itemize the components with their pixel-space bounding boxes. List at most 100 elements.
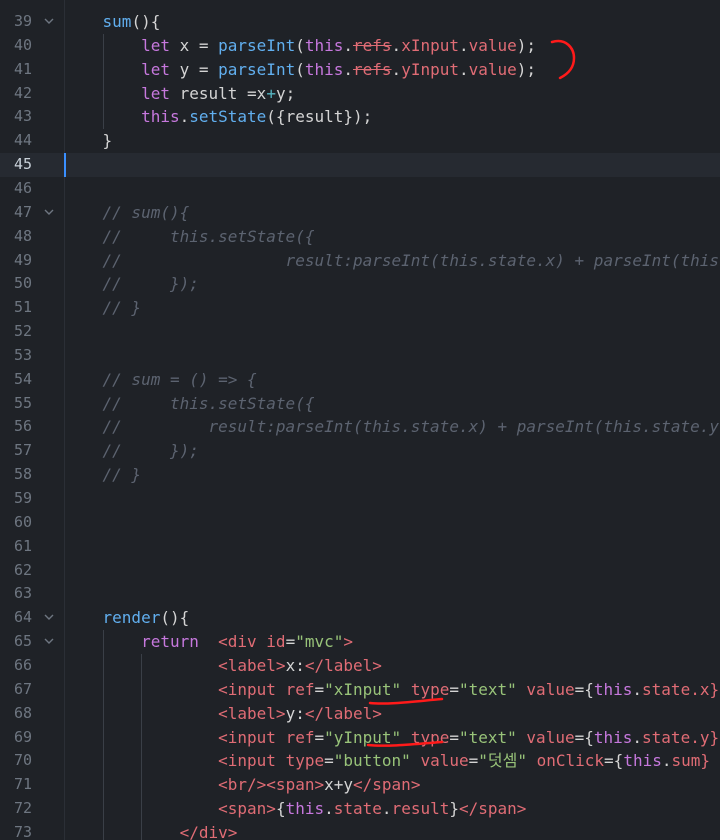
code-line[interactable]: 47 // sum(){: [0, 201, 720, 225]
code-token: // result:parseInt(this.state.x) + parse…: [102, 250, 720, 270]
code-line[interactable]: 67 <input ref="xInput" type="text" value…: [0, 678, 720, 702]
code-line[interactable]: 61: [0, 535, 720, 559]
line-number: 68: [13, 703, 32, 722]
code-token: >: [314, 775, 325, 795]
fold-chevron-icon[interactable]: [44, 207, 54, 217]
code-token: ={: [574, 727, 594, 747]
code-line[interactable]: 73 </div>: [0, 821, 720, 840]
code-token: <span: [266, 775, 315, 795]
code-token: </label>: [304, 655, 382, 675]
code-line[interactable]: 42 let result =x+y;: [0, 82, 720, 106]
code-line[interactable]: 50 // });: [0, 272, 720, 296]
fold-chevron-icon[interactable]: [44, 636, 54, 646]
fold-chevron-icon[interactable]: [44, 612, 54, 622]
code-token: // }: [102, 298, 142, 318]
code-token: sum: [102, 12, 132, 31]
code-line[interactable]: 57 // });: [0, 439, 720, 463]
fold-chevron-icon[interactable]: [44, 16, 54, 26]
code-token: parseInt: [218, 35, 296, 55]
code-line[interactable]: 62: [0, 559, 720, 583]
line-number: 58: [13, 465, 32, 484]
line-number: 45: [13, 155, 32, 174]
code-token: render: [102, 608, 161, 628]
code-line[interactable]: 68 <label>y:</label>: [0, 702, 720, 726]
code-token: </span>: [459, 799, 527, 819]
code-token: this: [285, 799, 325, 819]
code-line[interactable]: 46: [0, 177, 720, 201]
code-token: state.y}: [642, 727, 720, 747]
code-token: xInput: [401, 35, 459, 55]
code-token: this: [593, 727, 633, 747]
code-line[interactable]: 41 let y = parseInt(this.refs.yInput.val…: [0, 58, 720, 82]
code-token: =: [324, 751, 334, 771]
code-token: >: [266, 799, 276, 819]
code-line[interactable]: 43 this.setState({result});: [0, 105, 720, 129]
code-text: <input type="button" value="덧셈" onClick=…: [64, 749, 710, 773]
code-text: let result =x+y;: [64, 82, 295, 106]
code-token: ({result});: [266, 107, 373, 127]
code-token: =: [468, 751, 479, 771]
code-token: refs: [353, 35, 392, 55]
code-text: let x = parseInt(this.refs.xInput.value)…: [64, 34, 536, 58]
code-line[interactable]: 63: [0, 582, 720, 606]
code-token: let: [141, 83, 170, 103]
code-token: setState: [189, 107, 267, 127]
code-line[interactable]: 52: [0, 320, 720, 344]
code-token: this: [304, 35, 344, 55]
code-token: .: [458, 59, 469, 79]
code-text: <br/><span>x+y</span>: [64, 773, 420, 797]
code-line[interactable]: 66 <label>x:</label>: [0, 654, 720, 678]
code-line[interactable]: 60: [0, 511, 720, 535]
line-number: 66: [13, 655, 32, 674]
code-line[interactable]: 53: [0, 344, 720, 368]
code-token: (: [295, 59, 305, 79]
code-token: .: [381, 799, 392, 819]
line-number: 40: [13, 35, 32, 54]
code-text: render(){: [64, 606, 190, 630]
code-token: // result:parseInt(this.state.x) + parse…: [102, 417, 720, 437]
code-line[interactable]: 72 <span>{this.state.result}</span>: [0, 797, 720, 821]
code-token: >: [343, 632, 354, 652]
code-token: value: [526, 727, 575, 747]
code-line[interactable]: 59: [0, 487, 720, 511]
code-token: <br/>: [218, 775, 267, 795]
line-number: 46: [13, 178, 32, 197]
code-line[interactable]: 45: [0, 153, 720, 177]
code-token: result =: [169, 83, 257, 103]
code-line[interactable]: 39 sum(){: [0, 10, 720, 34]
code-line[interactable]: 56 // result:parseInt(this.state.x) + pa…: [0, 415, 720, 439]
line-number: 59: [13, 489, 32, 507]
line-number: 65: [13, 632, 32, 651]
code-line[interactable]: 51 // }: [0, 296, 720, 320]
code-line[interactable]: 40 let x = parseInt(this.refs.xInput.val…: [0, 34, 720, 58]
code-line[interactable]: 48 // this.setState({: [0, 225, 720, 249]
code-token: "text": [458, 727, 517, 747]
code-line[interactable]: 44 }: [0, 129, 720, 153]
code-line[interactable]: 58 // }: [0, 463, 720, 487]
code-line[interactable]: 65 return <div id="mvc">: [0, 630, 720, 654]
indent-guide: [103, 33, 104, 130]
line-number: 53: [13, 345, 32, 364]
code-line[interactable]: 54 // sum = () => {: [0, 368, 720, 392]
code-token: .: [179, 107, 190, 127]
code-line[interactable]: 64 render(){: [0, 606, 720, 630]
code-token: .: [391, 35, 402, 55]
code-editor[interactable]: 39 sum(){40 let x = parseInt(this.refs.x…: [0, 0, 720, 840]
code-text: // });: [64, 272, 199, 296]
code-token: >: [275, 655, 286, 675]
code-line[interactable]: 69 <input ref="yInput" type="text" value…: [0, 726, 720, 750]
code-line[interactable]: 55 // this.setState({: [0, 392, 720, 416]
code-line[interactable]: 70 <input type="button" value="덧셈" onCli…: [0, 749, 720, 773]
code-token: x:: [285, 655, 305, 675]
code-token: let: [141, 59, 170, 79]
code-text: // this.setState({: [64, 392, 315, 416]
code-line[interactable]: 49 // result:parseInt(this.state.x) + pa…: [0, 249, 720, 273]
code-line[interactable]: 71 <br/><span>x+y</span>: [0, 773, 720, 797]
